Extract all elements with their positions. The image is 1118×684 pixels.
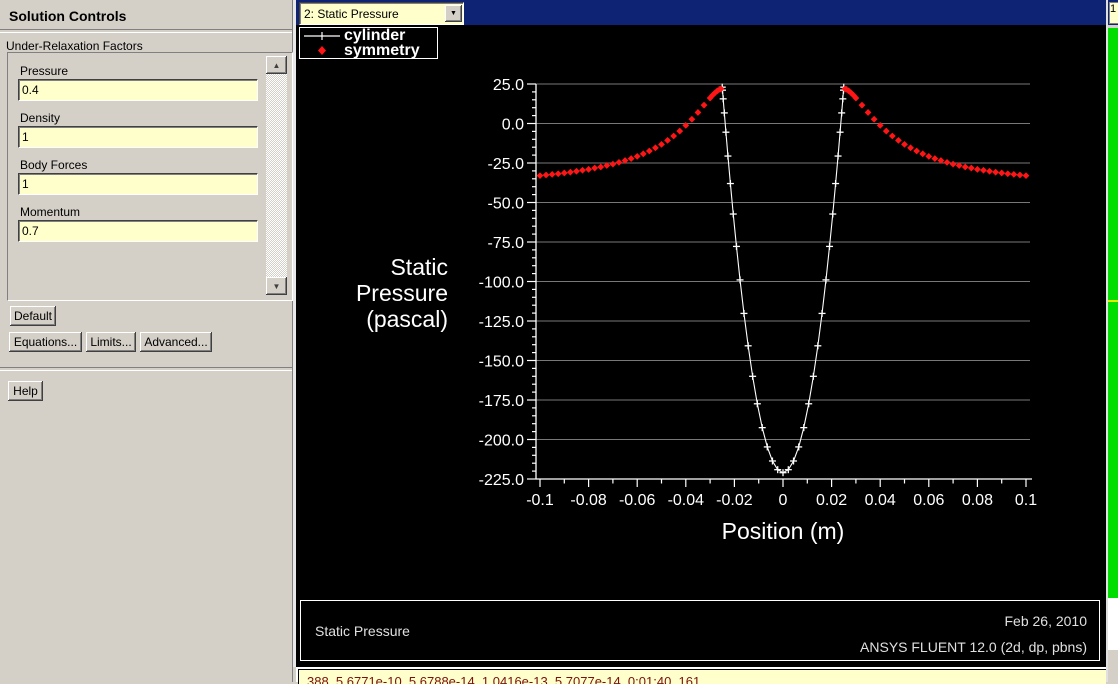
svg-text:-175.0: -175.0 — [479, 393, 524, 410]
svg-text:-25.0: -25.0 — [488, 156, 525, 173]
console-strip[interactable]: 388 5.6771e-10 5.6788e-14 1.0416e-13 5.7… — [296, 667, 1106, 682]
panel-title: Solution Controls — [9, 8, 126, 24]
background-window-yellow-mark — [1108, 300, 1118, 302]
svg-text:-0.08: -0.08 — [570, 492, 607, 509]
console-residuals-line: 388 5.6771e-10 5.6788e-14 1.0416e-13 5.7… — [307, 674, 700, 684]
arrow-up-icon: ▲ — [273, 61, 281, 70]
svg-text:25.0: 25.0 — [493, 77, 524, 94]
body-forces-input[interactable] — [18, 173, 258, 195]
svg-text:Static: Static — [390, 254, 448, 280]
svg-text:0.1: 0.1 — [1015, 492, 1037, 509]
svg-text:0: 0 — [779, 492, 788, 509]
density-label: Density — [20, 111, 60, 125]
pressure-input[interactable] — [18, 79, 258, 101]
svg-text:-100.0: -100.0 — [479, 275, 524, 292]
scrollbar-up-button[interactable]: ▲ — [266, 56, 287, 74]
plot-caption-box: Static Pressure Feb 26, 2010 ANSYS FLUEN… — [300, 600, 1100, 661]
svg-text:0.04: 0.04 — [865, 492, 896, 509]
momentum-input[interactable] — [18, 220, 258, 242]
svg-text:0.02: 0.02 — [816, 492, 847, 509]
svg-text:-225.0: -225.0 — [479, 472, 524, 489]
under-relaxation-groupbox: Pressure Density Body Forces Momentum — [7, 52, 293, 301]
svg-text:0.06: 0.06 — [913, 492, 944, 509]
plot-selector-dropdown[interactable]: 2: Static Pressure ▼ — [299, 2, 464, 25]
default-button[interactable]: Default — [10, 306, 56, 326]
caption-title: Static Pressure — [315, 623, 410, 639]
background-window-contour-sliver — [1108, 28, 1118, 598]
svg-text:Pressure: Pressure — [356, 280, 448, 306]
title-divider — [0, 29, 292, 33]
svg-text:-0.02: -0.02 — [716, 492, 753, 509]
background-window-selector[interactable]: 1 — [1109, 2, 1118, 24]
svg-text:-150.0: -150.0 — [479, 354, 524, 371]
help-button[interactable]: Help — [8, 381, 43, 401]
svg-text:0.0: 0.0 — [502, 117, 524, 134]
pressure-label: Pressure — [20, 64, 68, 78]
density-input[interactable] — [18, 126, 258, 148]
svg-text:Position (m): Position (m) — [722, 518, 845, 544]
scrollbar-track[interactable] — [266, 74, 287, 277]
svg-text:-0.06: -0.06 — [619, 492, 656, 509]
caption-date: Feb 26, 2010 — [1004, 613, 1087, 629]
background-window-white-sliver — [1108, 598, 1118, 650]
background-graphics-window[interactable]: 1 — [1108, 0, 1118, 682]
svg-text:-50.0: -50.0 — [488, 196, 525, 213]
equations-button[interactable]: Equations... — [9, 332, 82, 352]
under-relaxation-section-label: Under-Relaxation Factors — [6, 39, 143, 53]
momentum-label: Momentum — [20, 205, 80, 219]
svg-text:-200.0: -200.0 — [479, 433, 524, 450]
solution-controls-panel: Solution Controls Under-Relaxation Facto… — [0, 0, 293, 682]
scrollbar-down-button[interactable]: ▼ — [266, 277, 287, 295]
svg-text:-0.04: -0.04 — [668, 492, 705, 509]
dropdown-arrow-button[interactable]: ▼ — [445, 5, 462, 22]
chevron-down-icon: ▼ — [450, 10, 457, 17]
plot-selector-value: 2: Static Pressure — [300, 7, 445, 21]
svg-text:-75.0: -75.0 — [488, 235, 525, 252]
limits-button[interactable]: Limits... — [86, 332, 136, 352]
caption-app-version: ANSYS FLUENT 12.0 (2d, dp, pbns) — [860, 639, 1087, 655]
panel-separator — [0, 367, 292, 371]
plot-canvas-area: cylinder symmetry 25.00.0-25.0-50.0-75.0… — [296, 25, 1106, 666]
svg-text:-0.1: -0.1 — [526, 492, 554, 509]
advanced-button[interactable]: Advanced... — [140, 332, 212, 352]
arrow-down-icon: ▼ — [273, 282, 281, 291]
svg-text:-125.0: -125.0 — [479, 314, 524, 331]
svg-text:(pascal): (pascal) — [366, 306, 448, 332]
body-forces-label: Body Forces — [20, 158, 87, 172]
static-pressure-chart: 25.0 0.0 -25.0 -50.0 -75.0 -100.0 -125.0 -150.0… — [296, 25, 1106, 666]
svg-text:0.08: 0.08 — [962, 492, 993, 509]
